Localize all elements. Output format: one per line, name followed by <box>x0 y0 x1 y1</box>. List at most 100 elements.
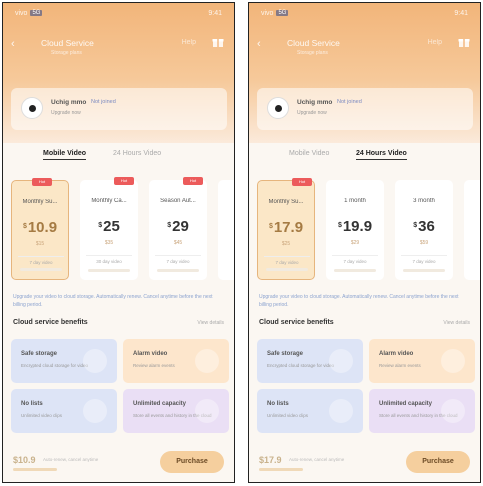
price-value: 29 <box>172 218 189 235</box>
alarm-icon <box>195 349 219 373</box>
network-badge: 5G <box>30 10 43 16</box>
benefit-name: No lists <box>21 401 43 407</box>
app-bar: ‹ Cloud Service Storage plans Help <box>249 31 480 57</box>
carrier-label: vivo <box>15 9 28 17</box>
user-status[interactable]: Not joined <box>337 99 362 105</box>
plan-description: 7 day video <box>332 255 378 264</box>
user-name: Uchig mmo <box>297 99 333 106</box>
benefit-card-alarm-video: Alarm video Review alarm events <box>369 339 475 383</box>
tab-24-hours-video[interactable]: 24 Hours Video <box>356 150 407 160</box>
plan-bar <box>403 269 445 272</box>
app-bar: ‹ Cloud Service Storage plans Help <box>3 31 234 57</box>
original-price: $15 <box>35 241 45 247</box>
status-bar: vivo 5G 9:41 <box>3 3 234 23</box>
benefits-more-link[interactable]: View details <box>443 320 470 326</box>
user-status[interactable]: Not joined <box>91 99 116 105</box>
benefit-name: Unlimited capacity <box>133 401 187 407</box>
plan-price: $25 <box>80 218 138 235</box>
plan-tabs: Mobile Video 24 Hours Video <box>3 146 234 166</box>
footer-divider <box>13 468 57 471</box>
plan-bar <box>88 269 130 272</box>
plan-card[interactable]: Hot Monthly Ca... $25 $35 30 day video <box>80 177 138 280</box>
user-subtext: Upgrade now <box>297 110 327 116</box>
currency-symbol: $ <box>413 222 418 229</box>
purchase-button[interactable]: Purchase <box>160 451 224 473</box>
benefit-card-safe-storage: Safe storage Encrypted cloud storage for… <box>11 339 117 383</box>
benefit-name: Unlimited capacity <box>379 401 433 407</box>
footer-price: $17.9 <box>259 455 282 465</box>
tab-mobile-video[interactable]: Mobile Video <box>43 150 87 160</box>
plan-badge: Hot <box>183 177 203 185</box>
cloud-icon <box>83 349 107 373</box>
purchase-footer: $17.9 Auto-renew, cancel anytime Purchas… <box>249 443 480 482</box>
original-price: $45 <box>173 240 183 246</box>
currency-symbol: $ <box>167 222 172 229</box>
back-arrow-icon[interactable]: ‹ <box>257 38 269 50</box>
currency-symbol: $ <box>22 223 27 230</box>
help-link[interactable]: Help <box>182 39 196 46</box>
network-badge: 5G <box>276 10 289 16</box>
user-card: Uchig mmo Not joined Upgrade now <box>257 88 473 130</box>
status-time: 9:41 <box>454 9 468 17</box>
avatar[interactable] <box>267 97 289 119</box>
renewal-notice: Upgrade your video to cloud storage. Aut… <box>13 294 213 308</box>
page-subtitle: Storage plans <box>51 50 82 56</box>
plan-description: 7 day video <box>401 255 447 264</box>
benefit-card-no-lists: No lists Unlimited video clips <box>11 389 117 433</box>
user-subtext: Upgrade now <box>51 110 81 116</box>
footer-divider <box>259 468 303 471</box>
benefit-name: Alarm video <box>379 351 414 357</box>
plan-price: $17.9 <box>258 219 314 236</box>
plan-price: $19.9 <box>326 218 384 235</box>
status-time: 9:41 <box>208 9 222 17</box>
benefit-name: Safe storage <box>267 351 304 357</box>
plan-card-partial[interactable] <box>218 180 234 280</box>
currency-symbol: $ <box>98 222 103 229</box>
plan-badge: Hot <box>292 178 312 186</box>
plan-price: $10.9 <box>12 219 68 236</box>
back-arrow-icon[interactable]: ‹ <box>11 38 23 50</box>
original-price: $29 <box>350 240 360 246</box>
price-value: 25 <box>103 218 120 235</box>
help-link[interactable]: Help <box>428 39 442 46</box>
infinity-icon <box>441 399 465 423</box>
tab-mobile-video[interactable]: Mobile Video <box>289 150 329 157</box>
purchase-button[interactable]: Purchase <box>406 451 470 473</box>
price-value: 17.9 <box>273 219 304 236</box>
tab-24-hours-video[interactable]: 24 Hours Video <box>113 150 161 157</box>
purchase-footer: $10.9 Auto-renew, cancel anytime Purchas… <box>3 443 234 482</box>
plan-card[interactable]: Hot Season Aut... $29 $45 7 day video <box>149 177 207 280</box>
plan-card[interactable]: Hot Monthly Su... $10.9 $15 7 day video <box>11 178 69 280</box>
plan-card-partial[interactable] <box>464 180 480 280</box>
plan-bar <box>334 269 376 272</box>
plan-description: 7 day video <box>155 255 201 264</box>
original-price: $59 <box>419 240 429 246</box>
plan-list: Hot Monthly Su... $10.9 $15 7 day video … <box>3 175 234 290</box>
plan-card[interactable]: Hot Monthly Su... $17.9 $25 7 day video <box>257 178 315 280</box>
benefits-more-link[interactable]: View details <box>197 320 224 326</box>
currency-symbol: $ <box>337 222 342 229</box>
price-value: 10.9 <box>27 219 58 236</box>
plan-card[interactable]: 3 month $36 $59 7 day video <box>395 180 453 280</box>
user-card: Uchig mmo Not joined Upgrade now <box>11 88 227 130</box>
avatar[interactable] <box>21 97 43 119</box>
benefits-title: Cloud service benefits <box>13 319 88 326</box>
plan-tabs: Mobile Video 24 Hours Video <box>249 146 480 166</box>
page-subtitle: Storage plans <box>297 50 328 56</box>
benefit-card-safe-storage: Safe storage Encrypted cloud storage for… <box>257 339 363 383</box>
page-title: Cloud Service <box>287 38 340 48</box>
plan-badge: Hot <box>32 178 52 186</box>
plan-card[interactable]: 1 month $19.9 $29 7 day video <box>326 180 384 280</box>
benefit-card-unlimited-capacity: Unlimited capacity Store all events and … <box>123 389 229 433</box>
status-bar: vivo 5G 9:41 <box>249 3 480 23</box>
footer-price: $10.9 <box>13 455 36 465</box>
benefit-name: No lists <box>267 401 289 407</box>
gift-icon[interactable] <box>212 36 224 48</box>
plan-price: $36 <box>395 218 453 235</box>
plan-badge: Hot <box>114 177 134 185</box>
plan-name: 3 month <box>413 198 435 204</box>
plan-name: Monthly Ca... <box>91 198 127 204</box>
renewal-notice: Upgrade your video to cloud storage. Aut… <box>259 294 459 308</box>
gift-icon[interactable] <box>458 36 470 48</box>
footer-note: Auto-renew, cancel anytime <box>43 457 99 462</box>
